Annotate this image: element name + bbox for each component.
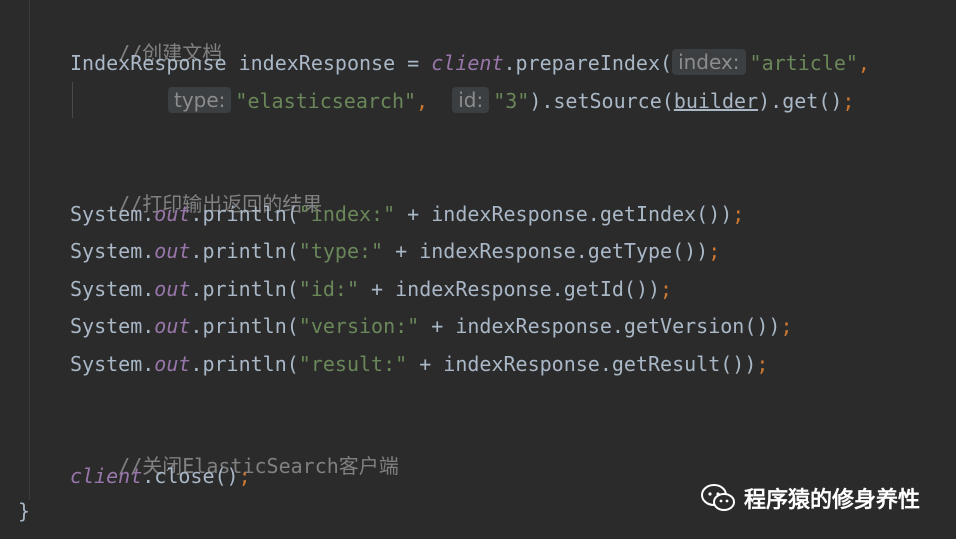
code-out-field: out [154, 239, 191, 263]
code-method-call: ).setSource( [529, 89, 674, 113]
code-line-comment-close[interactable]: //关闭ElasticSearch客户端 [70, 424, 399, 478]
code-system: System. [70, 239, 155, 263]
code-semicolon: ; [238, 464, 251, 488]
parameter-hint-id: id: [452, 87, 490, 113]
code-out-field: out [154, 277, 191, 301]
code-method-call: .close() [142, 464, 239, 488]
code-expression: + indexResponse.getId()) [359, 277, 661, 301]
code-method-call: .println( [190, 239, 299, 263]
code-declaration: IndexResponse indexResponse = [70, 51, 432, 75]
code-method-call: .println( [190, 277, 299, 301]
code-method-call: ).get() [758, 89, 843, 113]
code-out-field: out [154, 314, 191, 338]
gutter-divider [29, 0, 30, 500]
code-string: "version:" [298, 314, 420, 338]
code-method-call: .println( [190, 314, 299, 338]
code-line-client-close[interactable]: client.close(); [70, 462, 251, 490]
code-semicolon: ; [842, 89, 855, 113]
code-string: "result:" [298, 352, 408, 376]
parameter-hint-index: index: [672, 49, 746, 75]
code-string-elasticsearch: "elasticsearch" [235, 89, 417, 113]
code-string: "type:" [298, 239, 384, 263]
code-builder-variable: builder [673, 89, 759, 113]
code-semicolon: ; [780, 314, 793, 338]
code-line-print-index[interactable]: System.out.println("index:" + indexRespo… [70, 200, 744, 228]
code-expression: + indexResponse.getVersion()) [419, 314, 781, 338]
code-out-field: out [154, 202, 191, 226]
code-string: "id:" [298, 277, 360, 301]
code-method-call: .prepareIndex( [503, 51, 673, 75]
code-client-field: client [431, 51, 504, 75]
code-client-field: client [70, 464, 143, 488]
code-line-comment-create[interactable]: //创建文档 [70, 11, 222, 65]
parameter-hint-type: type: [168, 87, 232, 113]
code-semicolon: ; [732, 202, 745, 226]
code-comma: , [857, 51, 870, 75]
watermark-text: 程序猿的修身养性 [744, 488, 921, 513]
code-method-call: .println( [190, 352, 299, 376]
code-semicolon: ; [756, 352, 769, 376]
code-system: System. [70, 277, 155, 301]
code-method-call: .println( [190, 202, 299, 226]
code-line-prepare-index[interactable]: IndexResponse indexResponse = client.pre… [70, 49, 870, 77]
code-editor[interactable]: //创建文档 IndexResponse indexResponse = cli… [0, 0, 956, 539]
code-expression: + indexResponse.getType()) [383, 239, 709, 263]
code-line-print-result[interactable]: System.out.println("result:" + indexResp… [70, 350, 768, 378]
code-line-set-source[interactable]: type: "elasticsearch", id: "3").setSource(… [168, 87, 854, 115]
code-expression: + indexResponse.getIndex()) [395, 202, 733, 226]
code-expression: + indexResponse.getResult()) [407, 352, 757, 376]
code-comma: , [416, 89, 429, 113]
watermark: 程序猿的修身养性 [700, 480, 920, 516]
code-string: "index:" [298, 202, 396, 226]
code-out-field: out [154, 352, 191, 376]
code-system: System. [70, 314, 155, 338]
code-string-article: "article" [749, 51, 858, 75]
code-line-print-type[interactable]: System.out.println("type:" + indexRespon… [70, 237, 720, 265]
code-line-print-version[interactable]: System.out.println("version:" + indexRes… [70, 312, 793, 340]
code-system: System. [70, 202, 155, 226]
code-string-id: "3" [493, 89, 530, 113]
code-line-print-id[interactable]: System.out.println("id:" + indexResponse… [70, 275, 672, 303]
code-system: System. [70, 352, 155, 376]
code-semicolon: ; [708, 239, 721, 263]
code-semicolon: ; [660, 277, 673, 301]
code-line-comment-print[interactable]: //打印输出返回的结果 [70, 162, 322, 216]
closing-brace: } [18, 499, 31, 523]
wechat-icon [700, 483, 736, 513]
